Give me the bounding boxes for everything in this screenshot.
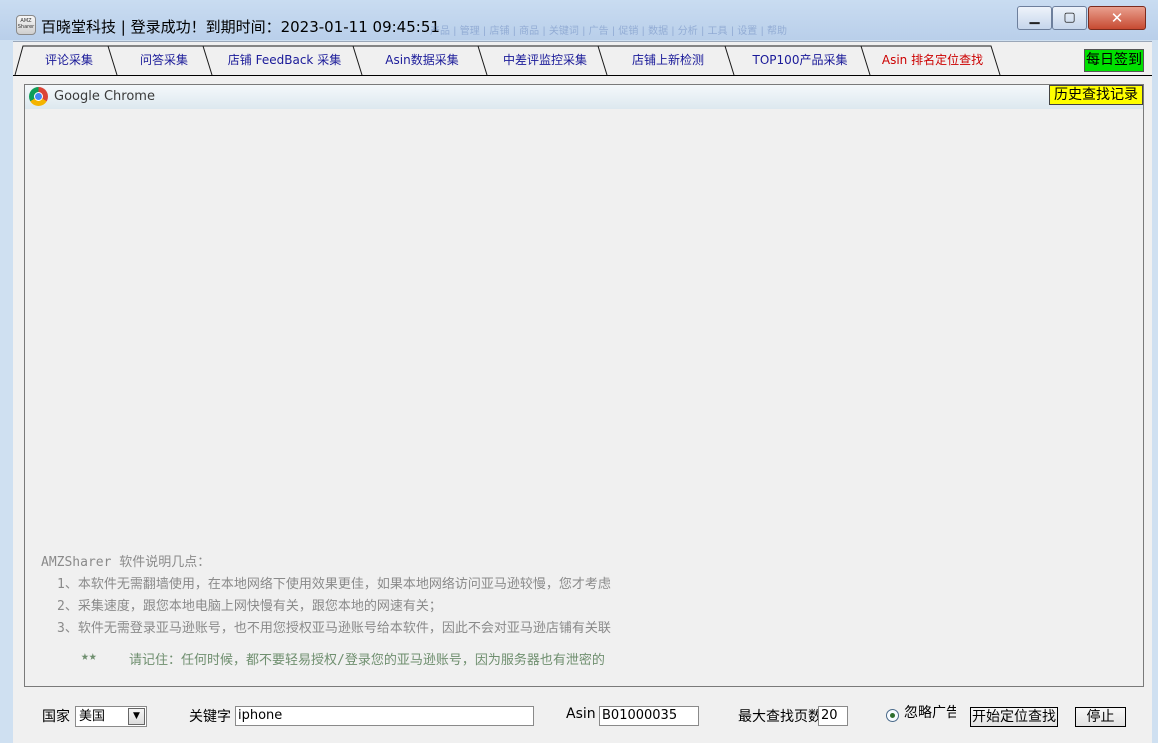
window-title: 百晓堂科技 | 登录成功！到期时间：2023-01-11 09:45:51 [41, 18, 440, 36]
chevron-down-icon[interactable]: ▼ [128, 708, 145, 725]
tab-asin-rank-locate[interactable]: Asin 排名定位查找 [870, 45, 995, 75]
instruction-item: 3、软件无需登录亚马逊账号，也不用您授权亚马逊账号给本软件，因此不会对亚马逊店铺… [57, 621, 611, 636]
tab-review-collect[interactable]: 评论采集 [27, 45, 111, 75]
app-window: AMZ Sharer 百晓堂科技 | 登录成功！到期时间：2023-01-11 … [0, 0, 1158, 743]
tab-asin-data-collect[interactable]: Asin数据采集 [362, 45, 482, 75]
client-area: 评论采集 问答采集 店铺 FeedBack 采集 Asin数据采集 中差评监控采… [13, 41, 1152, 743]
instruction-item: 1、本软件无需翻墙使用，在本地网络下使用效果更佳，如果本地网络访问亚马逊较慢，您… [57, 577, 611, 592]
tab-top100-collect[interactable]: TOP100产品采集 [734, 45, 866, 75]
minimize-icon: ▁ [1029, 10, 1040, 25]
instructions-text: AMZSharer 软件说明几点： 1、本软件无需翻墙使用，在本地网络下使用效果… [41, 551, 673, 681]
app-icon: AMZ Sharer [16, 15, 36, 35]
browser-bar: Google Chrome 历史查找记录 [25, 85, 1143, 109]
embedded-browser-panel[interactable]: Google Chrome 历史查找记录 AMZSharer 软件说明几点： 1… [24, 84, 1144, 687]
asin-input[interactable]: B01000035 [599, 706, 699, 726]
asin-label: Asin [566, 706, 596, 722]
ignore-ads-label: 忽略广告 [904, 705, 956, 721]
title-bar[interactable]: AMZ Sharer 百晓堂科技 | 登录成功！到期时间：2023-01-11 … [0, 0, 1158, 40]
tab-store-new-listing[interactable]: 店铺上新检测 [607, 45, 729, 75]
stop-button[interactable]: 停止 [1075, 707, 1126, 727]
security-warning: 请记住：任何时候，都不要轻易授权/登录您的亚马逊账号，因为服务器也有泄密的 [129, 653, 605, 668]
start-locate-button[interactable]: 开始定位查找 [970, 707, 1058, 727]
background-window-strip: 产品 | 管理 | 店铺 | 商品 | 关键词 | 广告 | 促销 | 数据 |… [430, 26, 787, 36]
country-value: 美国 [79, 709, 106, 724]
search-history-button[interactable]: 历史查找记录 [1049, 85, 1143, 105]
close-icon: ✕ [1110, 9, 1124, 27]
max-pages-label: 最大查找页数 [738, 709, 822, 725]
tab-strip: 评论采集 问答采集 店铺 FeedBack 采集 Asin数据采集 中差评监控采… [13, 42, 1152, 78]
keyword-label: 关键字 [189, 709, 231, 725]
tab-store-feedback-collect[interactable]: 店铺 FeedBack 采集 [212, 45, 357, 75]
tab-qa-collect[interactable]: 问答采集 [117, 45, 211, 75]
tab-underline [13, 75, 1152, 76]
keyword-input[interactable]: iphone [235, 706, 534, 726]
star-icon: ★★ [81, 649, 97, 664]
max-pages-input[interactable]: 20 [818, 706, 848, 726]
instruction-item: 2、采集速度，跟您本地电脑上网快慢有关，跟您本地的网速有关； [57, 599, 442, 614]
country-label: 国家 [42, 709, 70, 725]
country-select[interactable]: 美国 ▼ [75, 706, 147, 727]
minimize-button[interactable]: ▁ [1017, 6, 1052, 30]
ignore-ads-radio[interactable] [886, 709, 899, 722]
close-button[interactable]: ✕ [1088, 6, 1146, 30]
daily-signin-button[interactable]: 每日签到 [1084, 49, 1144, 72]
chrome-icon [29, 87, 48, 106]
browser-name: Google Chrome [54, 89, 155, 104]
tab-negative-review-monitor[interactable]: 中差评监控采集 [487, 45, 603, 75]
maximize-icon: ▢ [1063, 10, 1076, 25]
search-controls: 国家 美国 ▼ 关键字 iphone Asin B01000035 最大查找页数… [13, 688, 1152, 744]
maximize-button[interactable]: ▢ [1052, 6, 1087, 30]
instructions-heading: AMZSharer 软件说明几点： [41, 555, 211, 570]
